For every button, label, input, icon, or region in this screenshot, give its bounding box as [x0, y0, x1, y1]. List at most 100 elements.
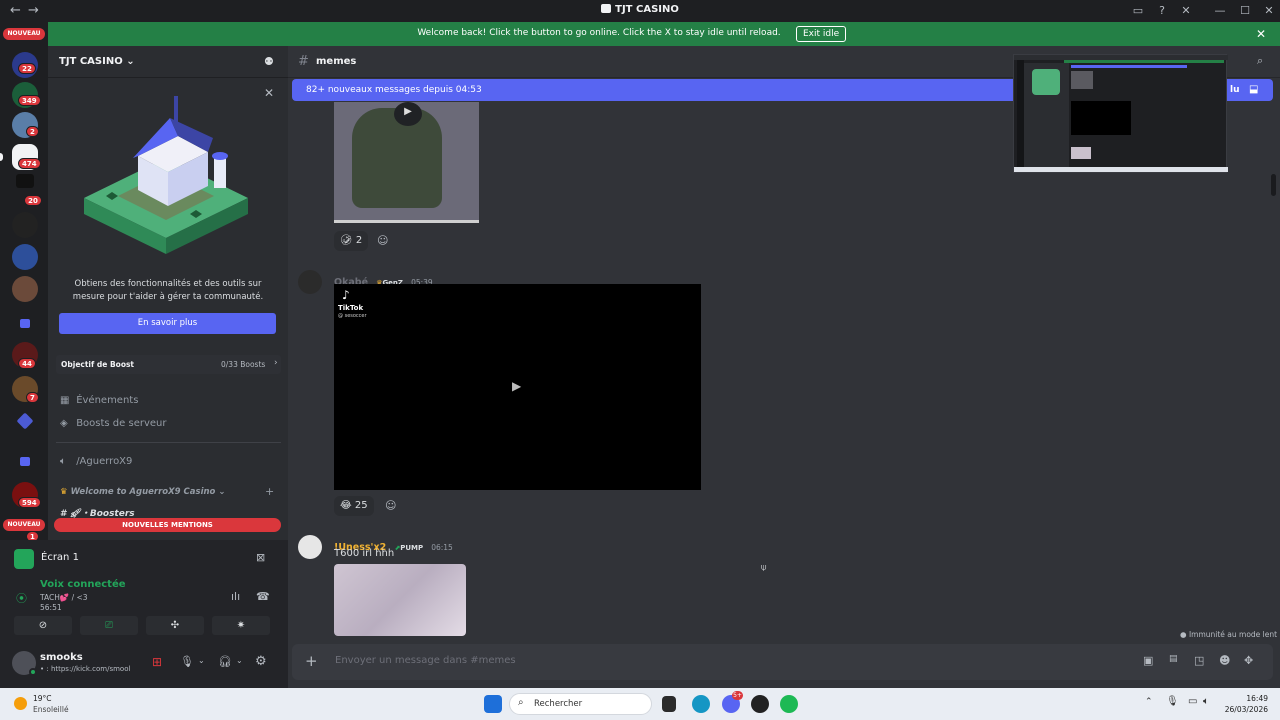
- mention-badge: 594: [18, 497, 41, 508]
- preview-taskbar: [1014, 167, 1228, 172]
- emoji-icon[interactable]: ☻: [1219, 654, 1230, 667]
- sidebar-item-events[interactable]: ▦ Événements: [60, 395, 138, 406]
- headphones-icon[interactable]: 🎧︎: [218, 655, 232, 668]
- volume-icon[interactable]: 🔈︎: [1203, 696, 1209, 707]
- cursor-icon: ⍦: [761, 563, 767, 573]
- scrollbar-thumb[interactable]: [1271, 174, 1276, 196]
- unread-pill: [0, 153, 3, 161]
- message-input[interactable]: Envoyer un message dans #memes: [335, 655, 516, 666]
- spotify-icon[interactable]: [780, 695, 798, 713]
- close-window-icon[interactable]: ✕: [1262, 4, 1276, 17]
- noise-suppression-icon[interactable]: ılı: [231, 590, 240, 603]
- add-reaction-icon[interactable]: ☺: [385, 499, 396, 512]
- new-mentions-pill[interactable]: NOUVELLES MENTIONS: [54, 518, 281, 532]
- new-unread-badge-bottom[interactable]: NOUVEAU: [3, 519, 45, 531]
- mention-badge: 474: [18, 158, 41, 169]
- gear-icon[interactable]: ⚙: [255, 654, 267, 669]
- exit-idle-button[interactable]: Exit idle: [796, 26, 847, 42]
- add-reaction-icon[interactable]: ☺: [377, 234, 388, 247]
- chevron-up-icon[interactable]: ⌃: [1145, 697, 1153, 707]
- add-channel-icon[interactable]: +: [265, 485, 274, 498]
- server-glyph-icon: [601, 4, 612, 13]
- gift-icon[interactable]: ▣: [1143, 654, 1153, 667]
- maximize-icon[interactable]: ☐: [1238, 4, 1252, 17]
- clock-date[interactable]: 26/03/2026: [1222, 705, 1268, 714]
- message-text: T600 irl hhh: [334, 548, 395, 559]
- sidebar-item-server-boosts[interactable]: ◈ Boosts de serveur: [60, 418, 166, 429]
- minimize-icon[interactable]: —: [1213, 4, 1227, 17]
- play-icon[interactable]: ▶: [394, 102, 422, 126]
- video-attachment[interactable]: ▶: [334, 102, 479, 223]
- windows-start-icon[interactable]: [484, 695, 502, 713]
- window-title-text: TJT CASINO: [615, 4, 679, 15]
- weather-sun-icon[interactable]: [14, 697, 27, 710]
- folder-icon[interactable]: [12, 310, 38, 336]
- folder-icon[interactable]: [12, 448, 38, 474]
- new-unread-badge-top[interactable]: NOUVEAU: [3, 28, 45, 40]
- network-icon[interactable]: ▭: [1188, 696, 1197, 707]
- microphone-icon[interactable]: 🎙︎: [180, 655, 194, 668]
- screen-share-icon[interactable]: ▭: [1131, 4, 1145, 17]
- learn-more-button[interactable]: En savoir plus: [59, 313, 276, 334]
- video-figure: [352, 108, 442, 208]
- camera-off-button[interactable]: ⊘: [14, 616, 72, 635]
- message-composer[interactable]: + Envoyer un message dans #memes ▣ ▤ ◳ ☻…: [292, 644, 1273, 680]
- gif-icon[interactable]: ▤: [1169, 654, 1178, 664]
- edge-browser-icon[interactable]: [692, 695, 710, 713]
- search-icon[interactable]: ⌕: [1257, 54, 1263, 68]
- share-screen-button[interactable]: ⎚: [80, 616, 138, 635]
- play-icon[interactable]: ▶: [512, 379, 521, 393]
- reaction-chip[interactable]: 😂︎ 25: [334, 496, 374, 516]
- taskbar-search[interactable]: ⌕ Rechercher: [509, 693, 652, 715]
- category-header[interactable]: ♛ Welcome to AguerroX9 Casino ⌄: [60, 487, 226, 497]
- sidebar-item-label: /AguerroX9: [76, 456, 133, 467]
- stream-preview[interactable]: [1013, 54, 1228, 173]
- guild-header[interactable]: TJT CASINO ⌄ ⚉: [48, 46, 288, 78]
- speaker-icon: 🔈︎: [60, 456, 66, 467]
- tiktok-embed[interactable]: ♪ TikTok @ sesoccer ▶: [334, 284, 701, 490]
- voice-status[interactable]: Voix connectée: [40, 579, 126, 590]
- image-attachment[interactable]: [334, 564, 466, 636]
- online-status-dot: [29, 668, 37, 676]
- preview-newbar: [1071, 65, 1187, 68]
- reaction-chip[interactable]: 🤣︎ 2: [334, 231, 369, 251]
- mention-badge: 349: [18, 95, 41, 106]
- sticker-icon[interactable]: ◳: [1194, 654, 1204, 667]
- guild-name[interactable]: TJT CASINO ⌄: [59, 56, 135, 67]
- file-explorer-icon[interactable]: [662, 696, 676, 712]
- voice-channel[interactable]: TACH💕 / <3: [40, 593, 88, 602]
- game-controller-icon[interactable]: ⊞: [152, 655, 162, 669]
- server-icon[interactable]: [12, 276, 38, 302]
- server-icon[interactable]: [12, 408, 38, 434]
- avatar[interactable]: [298, 270, 322, 294]
- soundboard-button[interactable]: ✷: [212, 616, 270, 635]
- close-banner-icon[interactable]: ✕: [1256, 27, 1266, 41]
- tools-icon[interactable]: ✕: [1179, 4, 1193, 17]
- microphone-icon[interactable]: 🎙︎: [1166, 696, 1179, 707]
- stop-stream-icon[interactable]: ⊠: [256, 551, 265, 564]
- add-attachment-icon[interactable]: +: [305, 652, 318, 670]
- weather-temp[interactable]: 19°C: [33, 694, 52, 703]
- server-icon[interactable]: [12, 212, 38, 238]
- chevron-down-icon[interactable]: ⌄: [236, 656, 243, 665]
- discord-badge: 5+: [732, 691, 743, 700]
- server-icon[interactable]: [12, 244, 38, 270]
- mark-read-icon[interactable]: ⬓: [1249, 79, 1258, 101]
- disconnect-icon[interactable]: ☎︎: [256, 590, 270, 603]
- sidebar-item-voice[interactable]: 🔈︎ /AguerroX9: [60, 456, 132, 467]
- chevron-down-icon[interactable]: ⌄: [198, 656, 205, 665]
- mark-as-read-label[interactable]: lu: [1230, 79, 1240, 101]
- clock-time[interactable]: 16:49: [1226, 694, 1268, 703]
- weather-desc[interactable]: Ensoleillé: [33, 705, 69, 714]
- app-icon[interactable]: [751, 695, 769, 713]
- activities-button[interactable]: ✣: [146, 616, 204, 635]
- username[interactable]: smooks: [40, 652, 83, 663]
- help-icon[interactable]: ?: [1155, 4, 1169, 17]
- boost-goal-row[interactable]: Objectif de Boost 0/33 Boosts ›: [56, 355, 281, 374]
- close-promo-icon[interactable]: ✕: [264, 86, 274, 100]
- server-icon[interactable]: [16, 174, 34, 188]
- preview-video: [1071, 71, 1093, 89]
- invite-people-icon[interactable]: ⚉: [264, 55, 274, 68]
- avatar[interactable]: [298, 535, 322, 559]
- apps-icon[interactable]: ✥: [1244, 654, 1253, 667]
